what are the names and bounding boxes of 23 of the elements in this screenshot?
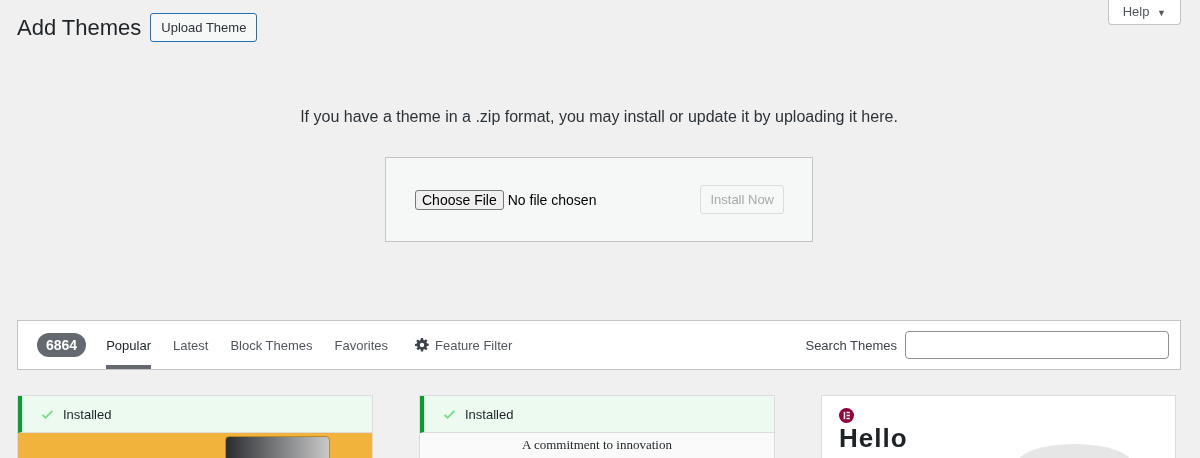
preview-heading: A commitment to innovation	[522, 437, 672, 453]
logo-icon	[839, 408, 854, 423]
file-status: No file chosen	[507, 191, 597, 208]
installed-label: Installed	[465, 406, 514, 422]
upload-instructions: If you have a theme in a .zip format, you may install or update it by uploading it here.	[299, 108, 899, 126]
feature-filter-button[interactable]: Feature Filter	[415, 321, 513, 369]
choose-file-button[interactable]: Choose File	[415, 189, 504, 210]
theme-count-badge: 6864	[37, 333, 87, 357]
search-label: Search Themes	[805, 337, 897, 353]
help-button[interactable]: Help ▼	[1107, 0, 1181, 25]
page-title: Add Themes	[17, 14, 142, 41]
installed-label: Installed	[63, 406, 112, 422]
search-field[interactable]	[905, 331, 1169, 359]
theme-card[interactable]: Installed	[17, 395, 373, 458]
filter-tab[interactable]: Latest	[172, 321, 209, 369]
theme-card[interactable]: Hello	[821, 395, 1176, 458]
gear-icon	[415, 338, 429, 352]
theme-card[interactable]: Installed A commitment to innovation	[419, 395, 775, 458]
filter-tab[interactable]: Favorites	[334, 321, 388, 369]
filter-tab[interactable]: Popular	[106, 321, 151, 369]
filter-tab[interactable]: Block Themes	[230, 321, 313, 369]
upload-theme-button[interactable]: Upload Theme	[150, 13, 258, 42]
preview-heading: Hello	[839, 425, 908, 451]
